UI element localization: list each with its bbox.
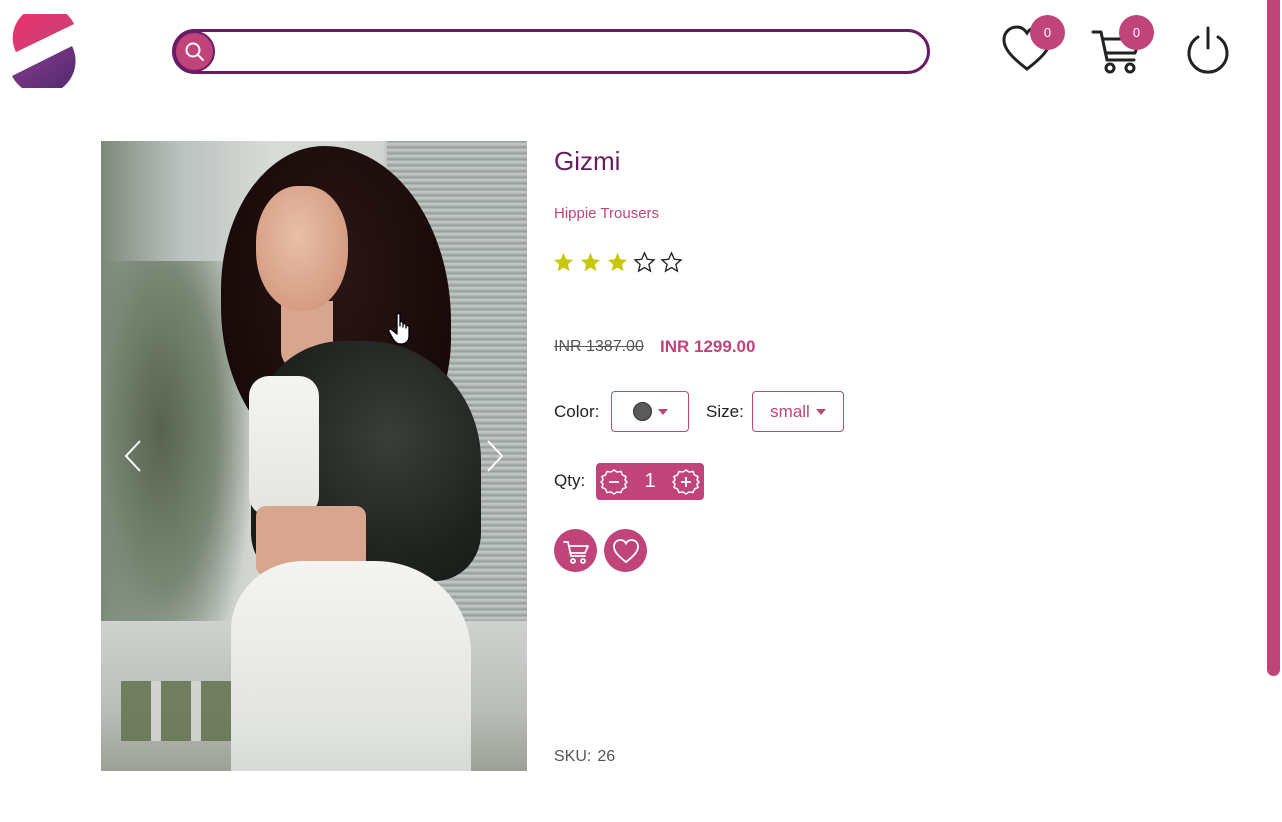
logout-button[interactable] <box>1182 24 1238 80</box>
product-name: Gizmi <box>554 146 621 176</box>
product-rating <box>552 251 683 274</box>
model-top <box>249 376 319 516</box>
sale-price: INR 1299.00 <box>660 337 756 356</box>
chevron-right-icon[interactable] <box>486 439 504 473</box>
product-category[interactable]: Hippie Trousers <box>554 205 659 222</box>
sku-label: SKU: <box>554 748 592 765</box>
quantity-stepper: 1 <box>596 463 704 500</box>
star-empty-icon[interactable] <box>660 251 683 274</box>
scrollbar-thumb[interactable] <box>1267 0 1280 676</box>
cart-count-badge: 0 <box>1119 15 1154 50</box>
size-value: small <box>770 401 810 421</box>
model-jeans <box>231 561 471 771</box>
product-image <box>101 141 527 771</box>
color-select[interactable] <box>611 391 689 432</box>
search-input[interactable] <box>221 36 913 68</box>
plus-icon[interactable] <box>672 468 700 496</box>
star-filled-icon[interactable] <box>579 251 602 274</box>
cart-icon <box>562 540 589 564</box>
minus-icon[interactable] <box>600 468 628 496</box>
original-price: INR 1387.00 <box>554 338 644 355</box>
search-icon <box>185 42 204 61</box>
color-label: Color: <box>554 402 600 421</box>
chevron-left-icon[interactable] <box>124 439 142 473</box>
model-face <box>256 186 348 311</box>
page-scrollbar[interactable] <box>1266 0 1282 822</box>
add-to-wishlist-button[interactable] <box>604 529 647 572</box>
add-to-cart-button[interactable] <box>554 529 597 572</box>
star-filled-icon[interactable] <box>606 251 629 274</box>
star-filled-icon[interactable] <box>552 251 575 274</box>
search-button[interactable] <box>174 31 215 72</box>
quantity-value: 1 <box>644 470 656 492</box>
heart-icon <box>612 538 639 563</box>
size-select[interactable]: small <box>752 391 844 432</box>
qty-label: Qty: <box>554 471 586 490</box>
star-empty-icon[interactable] <box>633 251 656 274</box>
product-sku: SKU: 26 <box>554 748 615 766</box>
search-bar <box>172 29 930 74</box>
power-icon <box>1187 26 1229 74</box>
color-swatch <box>632 402 652 421</box>
wishlist-count-badge: 0 <box>1030 15 1065 50</box>
logo-icon[interactable] <box>10 14 76 88</box>
hand-cursor-icon <box>388 312 410 345</box>
sku-value: 26 <box>597 748 616 765</box>
caret-down-icon <box>657 408 668 415</box>
caret-down-icon <box>815 408 826 415</box>
size-label: Size: <box>706 402 744 421</box>
